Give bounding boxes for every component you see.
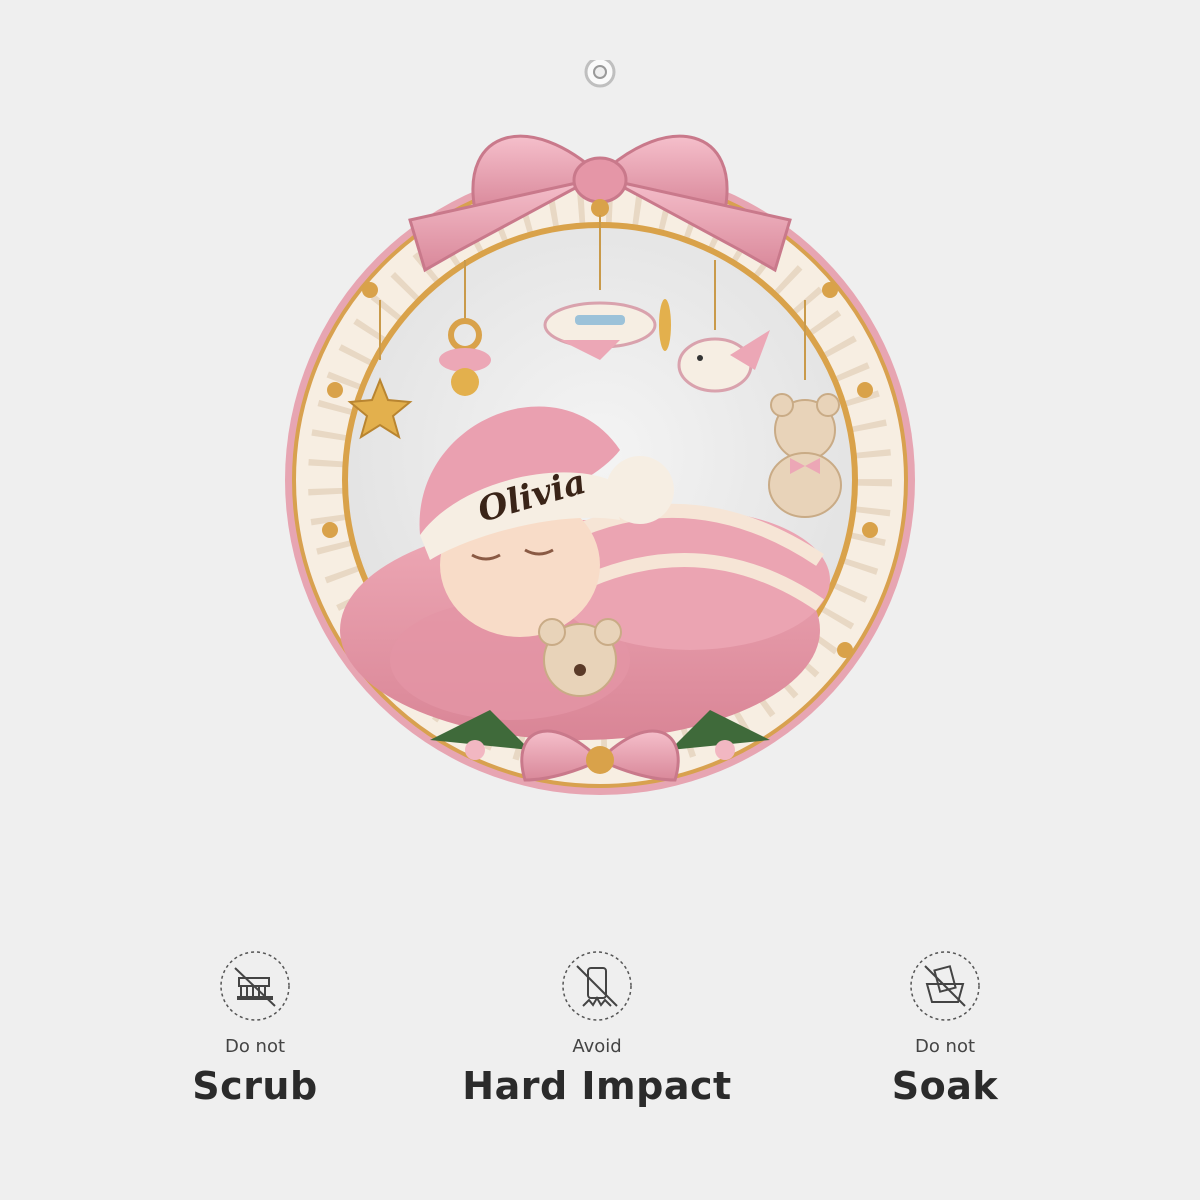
care-main-label: Scrub	[192, 1064, 318, 1108]
care-sub-label: Do not	[224, 1036, 286, 1057]
care-main-label: Soak	[891, 1064, 999, 1108]
no-impact-icon	[562, 951, 632, 1021]
hanging-ring-icon	[584, 60, 616, 88]
care-sub-label: Avoid	[572, 1036, 622, 1057]
care-main-label: Hard Impact	[462, 1064, 732, 1108]
care-item-hard-impact: Avoid Hard Impact	[447, 950, 747, 1108]
baby-ornament-illustration: Olivia	[285, 60, 915, 795]
no-soak-icon	[910, 951, 980, 1021]
care-item-soak: Do not Soak	[795, 950, 1095, 1108]
care-sub-label: Do not	[914, 1036, 976, 1057]
care-item-scrub: Do not Scrub	[105, 950, 405, 1108]
no-scrub-icon	[220, 951, 290, 1021]
